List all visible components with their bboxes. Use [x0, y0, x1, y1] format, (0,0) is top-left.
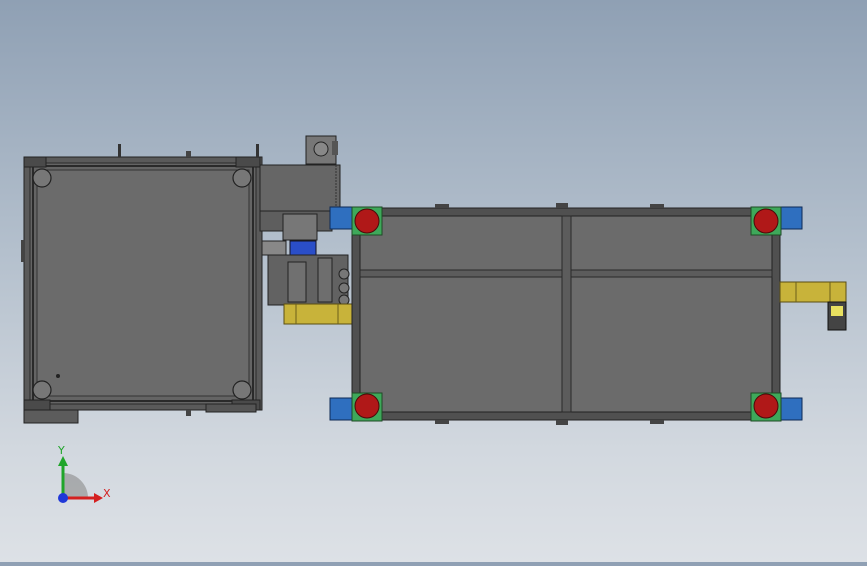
left-machine-top-panel	[36, 169, 250, 397]
caster-icon	[32, 168, 52, 188]
caster-icon	[753, 393, 779, 419]
z-axis-dot-icon	[58, 493, 68, 503]
middle-mechanism[interactable]	[259, 135, 353, 325]
caster-icon	[232, 380, 252, 400]
foot-pad	[329, 206, 353, 230]
caster-icon	[753, 208, 779, 234]
fan-icon	[313, 141, 329, 157]
caster-icon	[32, 380, 52, 400]
foot-pad	[779, 397, 803, 421]
x-axis-label: X	[103, 487, 111, 500]
coordinate-triad: Y X	[57, 444, 111, 503]
right-table[interactable]	[329, 203, 803, 425]
y-axis-label: Y	[57, 444, 65, 457]
foot-pad	[329, 397, 353, 421]
cad-viewport[interactable]: Y X	[0, 0, 867, 562]
caster-icon	[354, 393, 380, 419]
sensor-module	[289, 240, 317, 256]
caster-icon	[232, 168, 252, 188]
left-machine[interactable]	[21, 144, 263, 424]
outfeed-conveyor[interactable]	[779, 281, 847, 331]
feed-conveyor	[283, 303, 353, 325]
motor-housing	[259, 164, 341, 212]
foot-pad	[779, 206, 803, 230]
cad-model-view: Y X	[21, 135, 847, 503]
caster-icon	[354, 208, 380, 234]
